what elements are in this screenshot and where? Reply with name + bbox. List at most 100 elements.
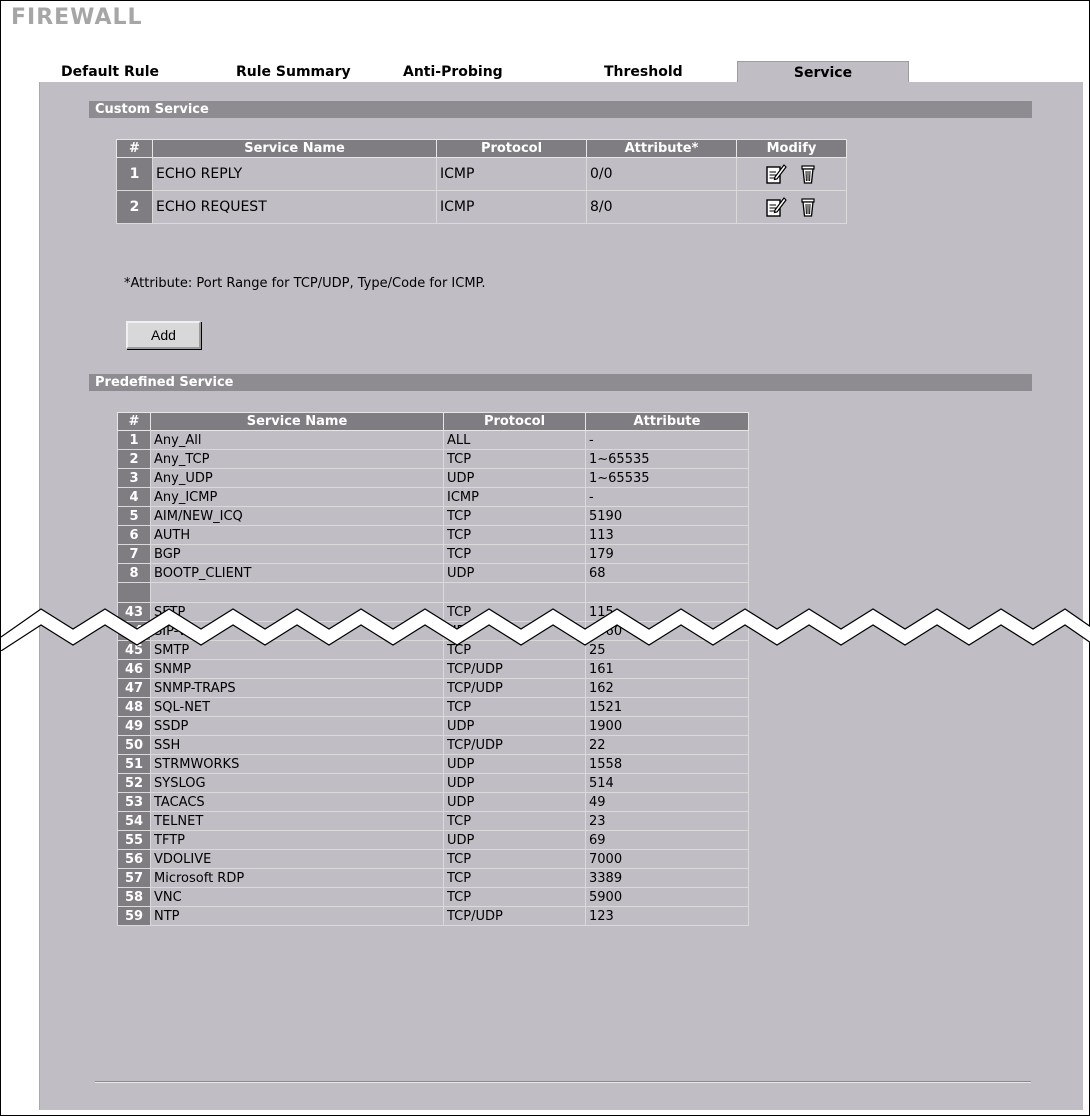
protocol: TCP/UDP [443, 678, 586, 698]
table-header-row: # Service Name Protocol Attribute [117, 412, 749, 431]
row-number: 47 [117, 678, 151, 698]
trash-icon[interactable] [797, 163, 819, 185]
attribute: 0/0 [586, 157, 737, 191]
attribute: 123 [585, 906, 749, 926]
attribute: 514 [585, 773, 749, 793]
attribute: 22 [585, 735, 749, 755]
table-row: 57 Microsoft RDP TCP 3389 [117, 868, 749, 888]
row-number: 7 [117, 544, 151, 564]
protocol: ICMP [436, 157, 587, 191]
protocol: UDP [443, 563, 586, 583]
col-modify: Modify [736, 139, 847, 158]
attribute-note: *Attribute: Port Range for TCP/UDP, Type… [124, 276, 486, 291]
attribute: 1~65535 [585, 468, 749, 488]
service-name: TFTP [150, 830, 444, 850]
service-name: NTP [150, 906, 444, 926]
table-row: 54 TELNET TCP 23 [117, 811, 749, 831]
table-row: 4 Any_ICMP ICMP - [117, 487, 749, 507]
col-attribute: Attribute* [586, 139, 737, 158]
service-name: STRMWORKS [150, 754, 444, 774]
attribute: 5190 [585, 506, 749, 526]
protocol: TCP [443, 811, 586, 831]
protocol: TCP [443, 849, 586, 869]
protocol: UDP [443, 754, 586, 774]
custom-service-table: # Service Name Protocol Attribute* Modif… [116, 139, 847, 224]
protocol: TCP [443, 697, 586, 717]
col-attribute: Attribute [585, 412, 749, 431]
row-number: 4 [117, 487, 151, 507]
custom-service-heading: Custom Service [89, 101, 1032, 118]
service-name: AUTH [150, 525, 444, 545]
modify-cell [736, 190, 847, 224]
predefined-service-table: # Service Name Protocol Attribute 1 Any_A… [117, 412, 749, 926]
tab-service[interactable]: Service [737, 61, 909, 83]
row-number: 56 [117, 849, 151, 869]
table-row: 56 VDOLIVE TCP 7000 [117, 849, 749, 869]
service-name: SNMP-TRAPS [150, 678, 444, 698]
edit-icon[interactable] [765, 163, 787, 185]
attribute: 113 [585, 525, 749, 545]
service-name: VDOLIVE [150, 849, 444, 869]
edit-icon[interactable] [765, 196, 787, 218]
table-row: 58 VNC TCP 5900 [117, 887, 749, 907]
row-number: 5 [117, 506, 151, 526]
col-protocol: Protocol [443, 412, 586, 431]
row-number: 2 [116, 190, 153, 224]
col-service-name: Service Name [152, 139, 437, 158]
attribute: - [585, 487, 749, 507]
service-name: Any_TCP [150, 449, 444, 469]
row-number: 1 [116, 157, 153, 191]
protocol: TCP/UDP [443, 735, 586, 755]
service-name: SSDP [150, 716, 444, 736]
attribute: 3389 [585, 868, 749, 888]
attribute: 5900 [585, 887, 749, 907]
service-name: SSH [150, 735, 444, 755]
protocol: TCP [443, 887, 586, 907]
table-row: 51 STRMWORKS UDP 1558 [117, 754, 749, 774]
table-row: 3 Any_UDP UDP 1~65535 [117, 468, 749, 488]
table-row: 6 AUTH TCP 113 [117, 525, 749, 545]
table-row: 7 BGP TCP 179 [117, 544, 749, 564]
attribute: 1900 [585, 716, 749, 736]
protocol: ICMP [443, 487, 586, 507]
row-number: 57 [117, 868, 151, 888]
protocol: TCP/UDP [443, 906, 586, 926]
service-name: SQL-NET [150, 697, 444, 717]
attribute: 8/0 [586, 190, 737, 224]
attribute: 23 [585, 811, 749, 831]
attribute: 161 [585, 659, 749, 679]
table-row: 52 SYSLOG UDP 514 [117, 773, 749, 793]
row-number: 59 [117, 906, 151, 926]
table-row: 46 SNMP TCP/UDP 161 [117, 659, 749, 679]
col-service-name: Service Name [150, 412, 444, 431]
tab-anti-probing[interactable]: Anti-Probing [403, 61, 533, 83]
table-row: 55 TFTP UDP 69 [117, 830, 749, 850]
attribute: 162 [585, 678, 749, 698]
tab-rule-summary[interactable]: Rule Summary [236, 61, 376, 83]
service-name: Any_UDP [150, 468, 444, 488]
table-row: 50 SSH TCP/UDP 22 [117, 735, 749, 755]
tab-threshold[interactable]: Threshold [604, 61, 704, 83]
service-name: TACACS [150, 792, 444, 812]
attribute: 49 [585, 792, 749, 812]
service-name: ECHO REPLY [152, 157, 437, 191]
table-row: 2 ECHO REQUEST ICMP 8/0 [116, 190, 847, 224]
trash-icon[interactable] [797, 196, 819, 218]
omission-break [1, 608, 1090, 651]
row-number: 8 [117, 563, 151, 583]
protocol: TCP [443, 506, 586, 526]
page-frame: FIREWALL Default Rule Rule Summary Anti-… [0, 0, 1090, 1116]
service-name: BOOTP_CLIENT [150, 563, 444, 583]
row-number: 49 [117, 716, 151, 736]
service-name: ECHO REQUEST [152, 190, 437, 224]
table-row: 1 Any_All ALL - [117, 430, 749, 450]
attribute: 69 [585, 830, 749, 850]
row-number: 2 [117, 449, 151, 469]
protocol: UDP [443, 773, 586, 793]
table-row: 59 NTP TCP/UDP 123 [117, 906, 749, 926]
protocol: TCP [443, 868, 586, 888]
protocol: UDP [443, 716, 586, 736]
add-button[interactable]: Add [126, 321, 201, 349]
protocol: TCP/UDP [443, 659, 586, 679]
tab-default-rule[interactable]: Default Rule [61, 61, 161, 83]
